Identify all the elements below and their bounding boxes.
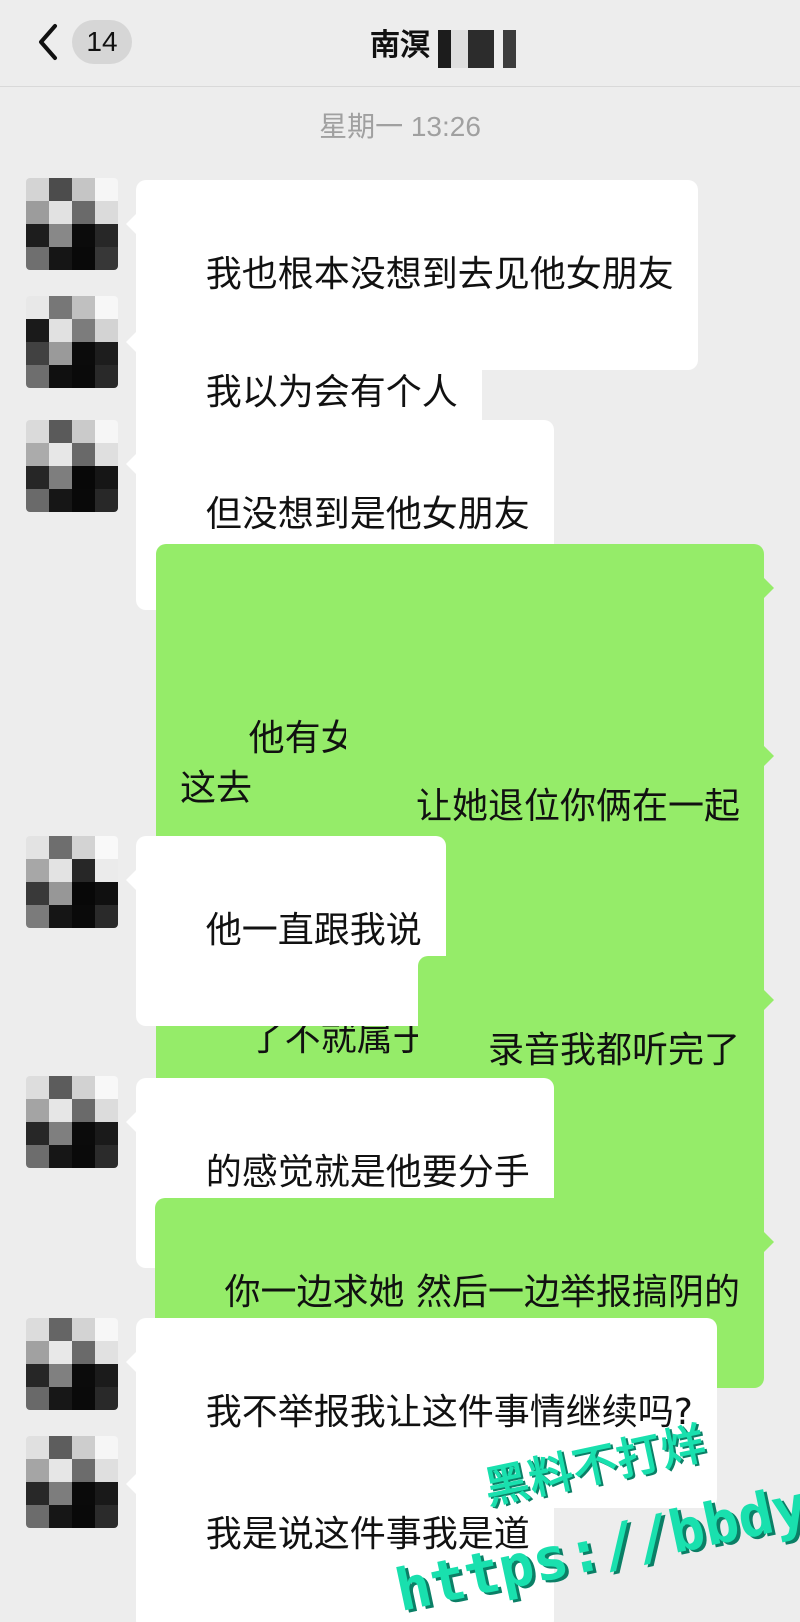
message-timestamp: 星期一 13:26: [319, 111, 481, 142]
incoming-message-bubble[interactable]: 我是说这件事我是道: [126, 1440, 554, 1622]
back-button[interactable]: 14: [26, 18, 136, 66]
avatar[interactable]: [26, 296, 118, 388]
avatar[interactable]: [26, 1436, 118, 1528]
message-text: 让她退位你俩在一起: [415, 786, 740, 827]
message-text: 我不举报我让这件事情继续吗?: [205, 1392, 693, 1433]
top-bar: 14 南溟: [0, 0, 800, 87]
avatar[interactable]: [26, 1318, 118, 1410]
wechat-chat-screen: 14 南溟 星期一 13:26 我也根本没想到去见他女朋友 我以为会有个人 但没…: [0, 0, 800, 1622]
message-text: 你一边求她 然后一边举报搞阴的: [224, 1272, 740, 1313]
message-text: 我以为会有个人: [205, 372, 458, 413]
avatar[interactable]: [26, 836, 118, 928]
message-text: 录音我都听完了: [487, 1030, 740, 1071]
incoming-message-bubble[interactable]: 他一直跟我说: [126, 836, 446, 1026]
message-text: 但没想到是他女朋友: [205, 494, 530, 535]
message-text: 我是说这件事我是道: [205, 1514, 530, 1555]
message-text: 我也根本没想到去见他女朋友: [205, 254, 674, 295]
avatar[interactable]: [26, 1076, 118, 1168]
unread-count-badge: 14: [72, 20, 132, 64]
chevron-left-icon: [26, 20, 70, 64]
message-text: 他一直跟我说: [205, 910, 422, 951]
message-text: 的感觉就是他要分手: [205, 1152, 530, 1193]
avatar[interactable]: [26, 178, 118, 270]
chat-title: 南溟: [370, 28, 430, 63]
avatar[interactable]: [26, 420, 118, 512]
title-censor-block: [438, 30, 546, 68]
